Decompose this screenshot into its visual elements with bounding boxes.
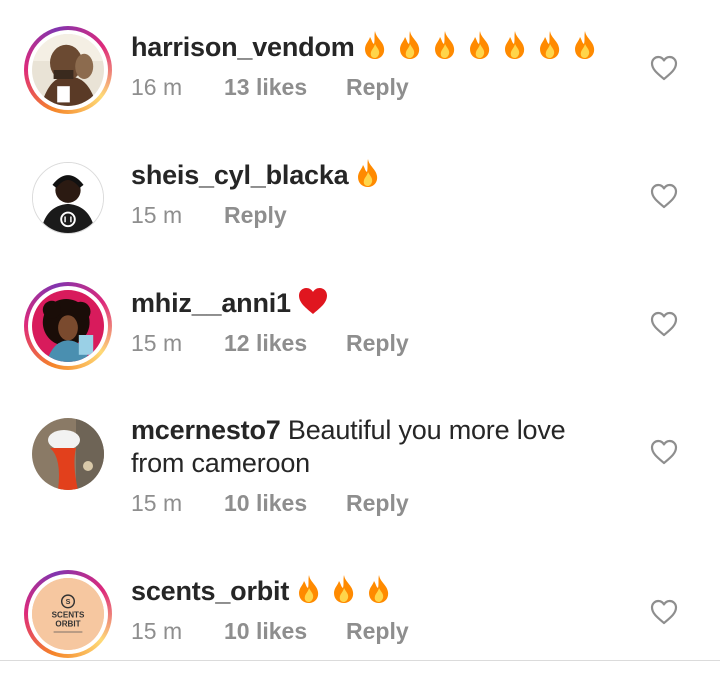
comment-username[interactable]: sheis_cyl_blacka [131, 160, 349, 190]
svg-text:S: S [66, 597, 71, 606]
comment-time: 16 m [131, 74, 183, 100]
avatar [32, 418, 104, 490]
comment-username[interactable]: mcernesto7 [131, 415, 281, 445]
comment-username[interactable]: scents_orbit [131, 576, 289, 606]
avatar [32, 162, 104, 234]
comment-meta: 15 m 10 likes Reply [131, 618, 621, 648]
comment-meta: 15 m Reply [131, 202, 621, 232]
logo-text-scents: SCENTS [52, 611, 85, 620]
avatar-wrapper[interactable] [24, 410, 112, 498]
divider [0, 660, 720, 661]
logo-text-orbit: ORBIT [55, 620, 80, 629]
fire-icon [330, 574, 358, 604]
comment-username[interactable]: mhiz__anni1 [131, 288, 291, 318]
comment-likes[interactable]: 10 likes [224, 490, 346, 517]
comment-time: 15 m [131, 330, 183, 356]
comment-likes[interactable]: 10 likes [224, 618, 346, 645]
fire-icon [354, 158, 382, 188]
comment-time: 15 m [131, 202, 183, 228]
comment-time: 15 m [131, 618, 183, 644]
reply-button[interactable]: Reply [346, 330, 409, 357]
avatar-story-ring[interactable] [24, 282, 112, 370]
comment-meta: 15 m 10 likes Reply [131, 490, 621, 520]
fire-icon [501, 30, 529, 60]
avatar-story-ring[interactable] [24, 26, 112, 114]
reply-button[interactable]: Reply [346, 490, 409, 517]
reply-button[interactable]: Reply [224, 202, 287, 229]
fire-icon [466, 30, 494, 60]
like-heart-icon[interactable] [650, 183, 678, 209]
fire-icon [536, 30, 564, 60]
comment-meta: 15 m 12 likes Reply [131, 330, 621, 360]
like-heart-icon[interactable] [650, 599, 678, 625]
avatar [32, 34, 104, 106]
avatar-wrapper[interactable] [24, 154, 112, 242]
reply-button[interactable]: Reply [346, 74, 409, 101]
fire-icon [295, 574, 323, 604]
fire-icon [365, 574, 393, 604]
comment-line: harrison_vendom [131, 30, 621, 64]
comment-line: sheis_cyl_blacka [131, 158, 621, 192]
reply-button[interactable]: Reply [346, 618, 409, 645]
avatar-story-ring[interactable]: S SCENTS ORBIT [24, 570, 112, 658]
fire-icon [431, 30, 459, 60]
fire-icon [571, 30, 599, 60]
comment-time: 15 m [131, 490, 183, 516]
avatar: S SCENTS ORBIT [32, 578, 104, 650]
comment-line: mcernesto7 Beautiful you more love from … [131, 414, 621, 480]
like-heart-icon[interactable] [650, 311, 678, 337]
like-heart-icon[interactable] [650, 55, 678, 81]
avatar [32, 290, 104, 362]
comment-likes[interactable]: 13 likes [224, 74, 346, 101]
comment-likes[interactable]: 12 likes [224, 330, 346, 357]
fire-icon [361, 30, 389, 60]
comment-line: mhiz__anni1 [131, 286, 621, 320]
comment-line: scents_orbit [131, 574, 621, 608]
comment-meta: 16 m 13 likes Reply [131, 74, 621, 104]
comment-username[interactable]: harrison_vendom [131, 32, 355, 62]
red-heart-icon [297, 286, 329, 316]
fire-icon [396, 30, 424, 60]
like-heart-icon[interactable] [650, 439, 678, 465]
